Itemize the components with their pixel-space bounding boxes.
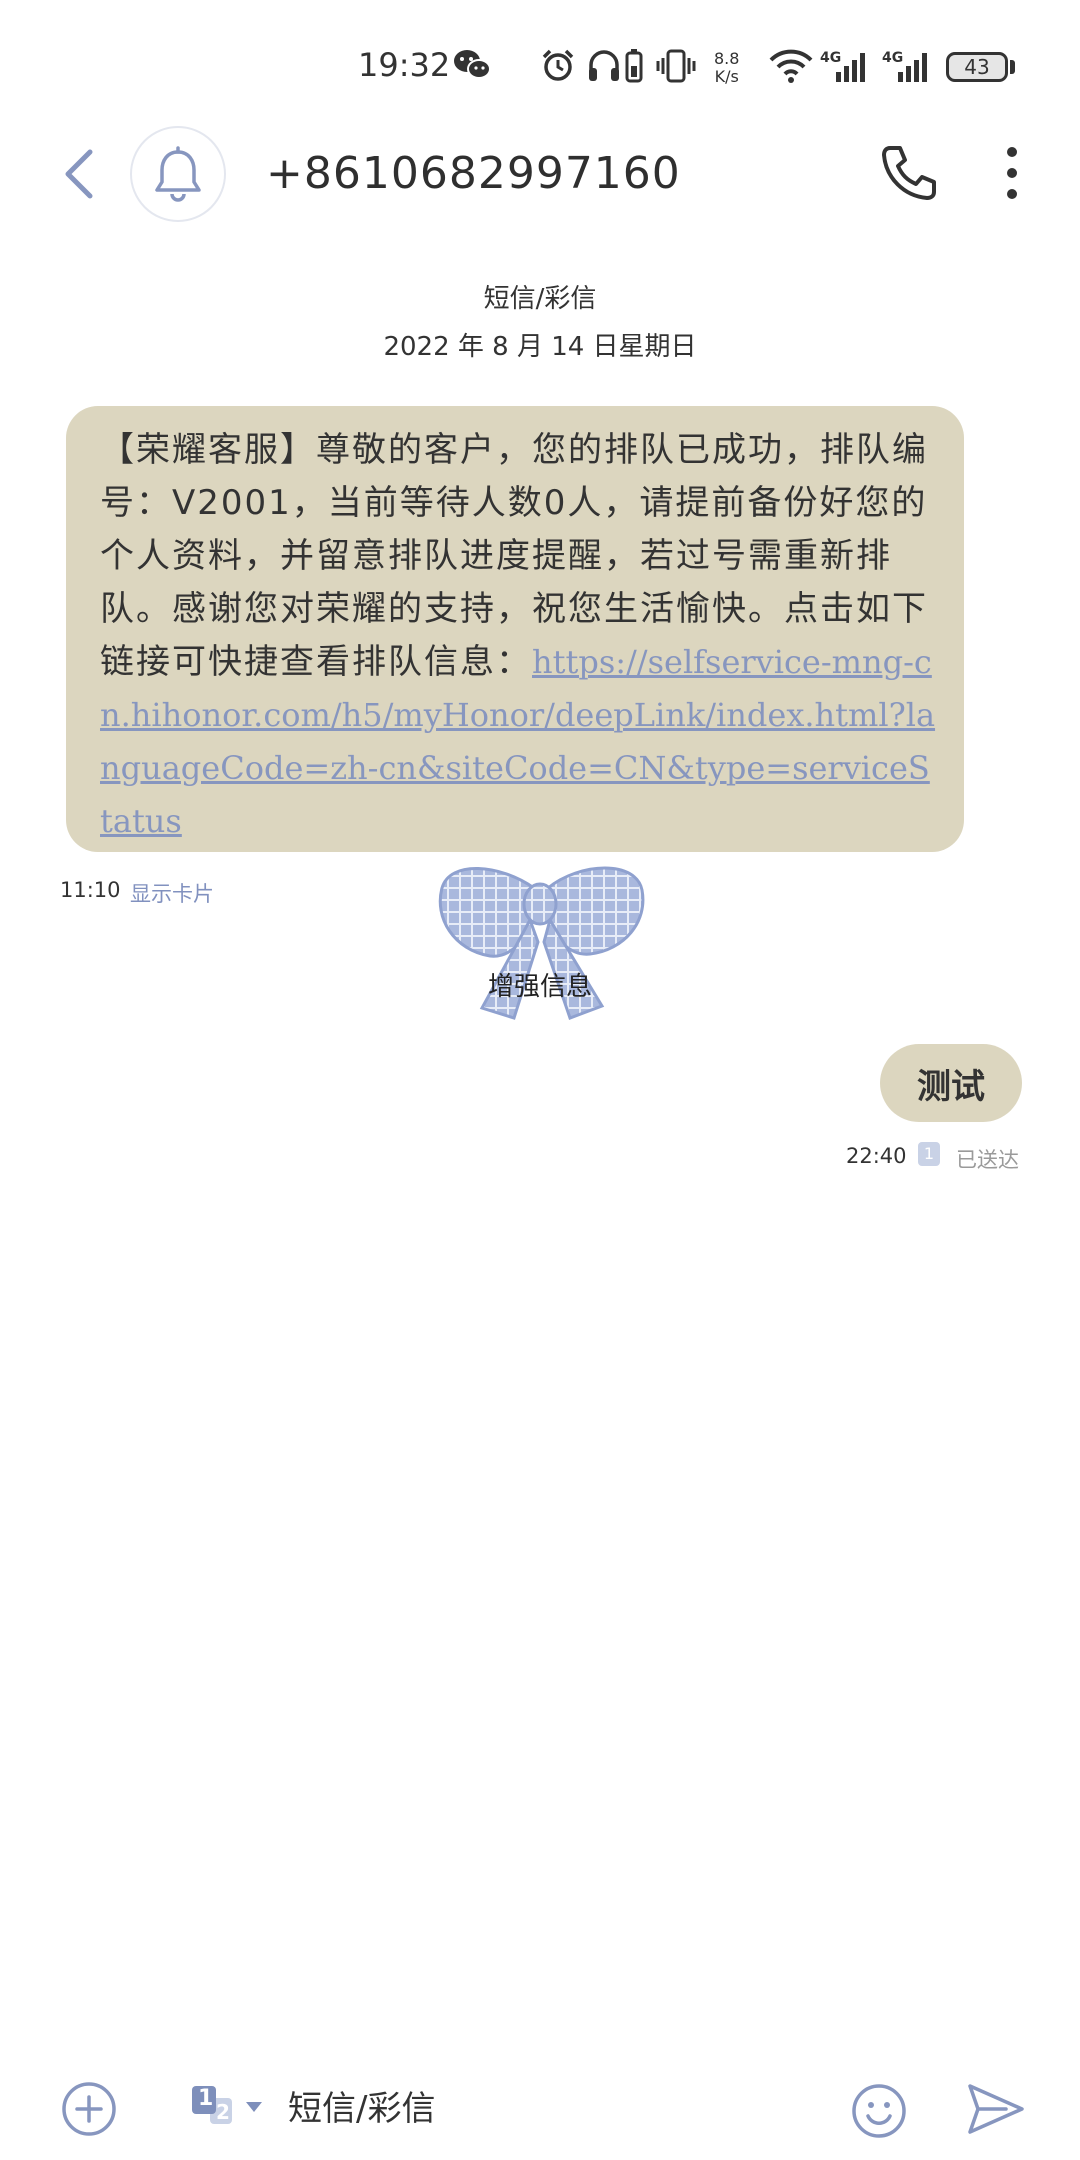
network-speed: 8.8 K/s <box>714 49 740 86</box>
sim-switch-button[interactable]: 1 2 <box>188 2080 272 2138</box>
battery-icon: 43 <box>946 52 1008 82</box>
call-button[interactable] <box>876 140 942 206</box>
battery-saver-icon <box>625 49 643 83</box>
back-button[interactable] <box>52 142 108 206</box>
emoji-icon <box>852 2084 906 2138</box>
delivery-status: 已送达 <box>956 1148 1019 1172</box>
status-bar: 19:32 8.8 K/s 4G 4G 43 <box>0 0 1080 130</box>
incoming-message-bubble[interactable]: 【荣耀客服】尊敬的客户，您的排队已成功，排队编号：V2001，当前等待人数0人，… <box>66 406 964 852</box>
outgoing-message-text: 测试 <box>917 1066 985 1107</box>
sim-badge: 1 <box>918 1142 940 1166</box>
incoming-message-text: 【荣耀客服】尊敬的客户，您的排队已成功，排队编号：V2001，当前等待人数0人，… <box>100 424 938 848</box>
contact-number: +8610682997160 <box>266 148 681 199</box>
outgoing-message-bubble[interactable]: 测试 <box>880 1044 1022 1122</box>
send-icon <box>968 2084 1024 2134</box>
more-icon <box>1007 147 1017 199</box>
battery-level: 43 <box>964 55 990 79</box>
send-button[interactable] <box>966 2080 1026 2138</box>
battery-cap <box>1010 60 1015 74</box>
message-input[interactable] <box>288 2084 808 2134</box>
contact-avatar[interactable] <box>130 126 226 222</box>
status-time: 19:32 <box>358 46 451 84</box>
incoming-message-time: 11:10 <box>60 878 121 902</box>
bell-icon <box>155 146 201 202</box>
more-button[interactable] <box>990 140 1034 206</box>
add-icon <box>62 2082 116 2136</box>
signal-icon-1: 4G <box>820 50 865 82</box>
channel-label: 短信/彩信 <box>483 284 597 314</box>
wechat-icon <box>454 50 491 79</box>
vibrate-icon <box>656 49 696 83</box>
alarm-icon <box>542 49 574 81</box>
attach-button[interactable] <box>60 2080 118 2138</box>
phone-icon <box>882 146 936 200</box>
back-icon <box>65 149 93 199</box>
wifi-icon <box>769 49 813 83</box>
sim-secondary-label: 2 <box>216 2100 230 2124</box>
svg-text:4G: 4G <box>820 50 841 66</box>
date-label: 2022 年 8 月 14 日星期日 <box>383 332 697 362</box>
emoji-button[interactable] <box>850 2082 908 2140</box>
headphones-icon <box>589 50 619 81</box>
show-card-link[interactable]: 显示卡片 <box>130 878 214 908</box>
svg-text:4G: 4G <box>882 50 903 66</box>
signal-icon-2: 4G <box>882 50 927 82</box>
outgoing-message-time: 22:40 <box>846 1144 907 1168</box>
sim-primary-label: 1 <box>198 2086 214 2111</box>
enhanced-info-label[interactable]: 增强信息 <box>0 966 1080 1003</box>
